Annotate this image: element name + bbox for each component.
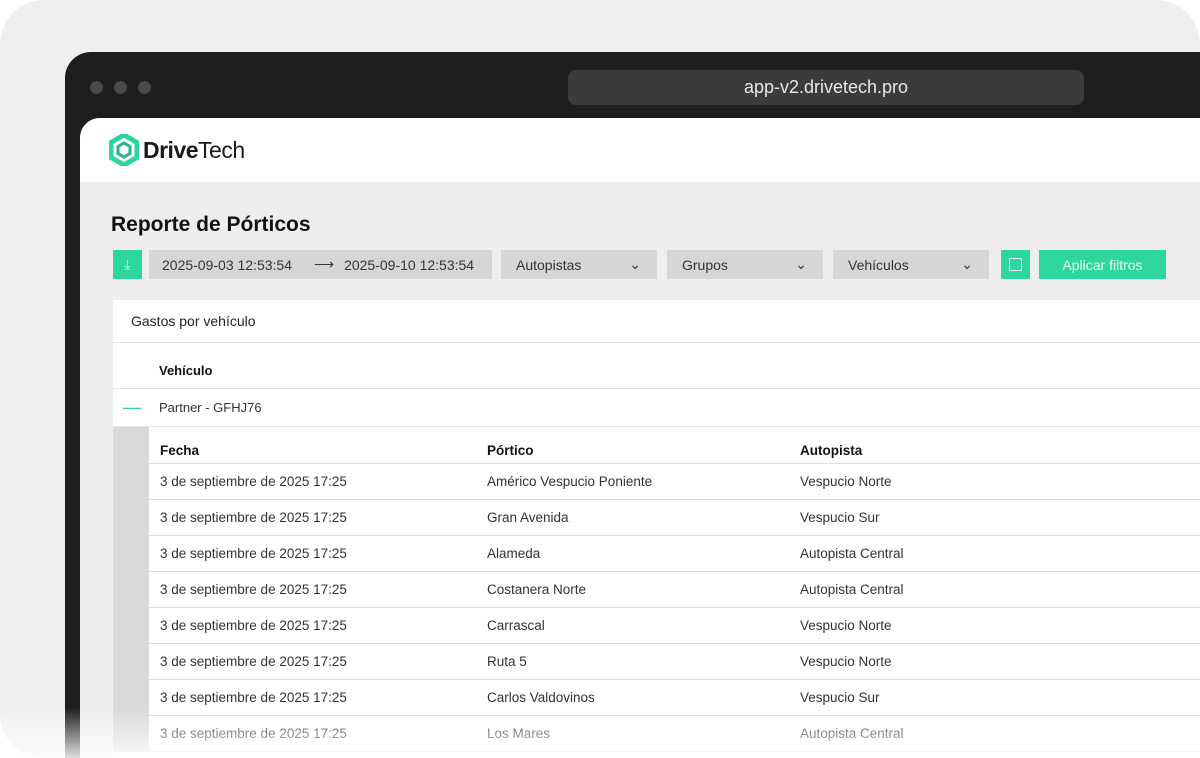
collapse-icon[interactable]: — — [113, 397, 159, 418]
grupos-select[interactable]: Grupos ⌄ — [667, 250, 823, 279]
column-header-portico[interactable]: Pórtico — [487, 443, 800, 458]
checkbox-icon — [1009, 258, 1022, 271]
date-cell: 3 de septiembre de 2025 17:25 — [160, 618, 347, 633]
autopista-cell: Autopista Central — [800, 546, 904, 561]
vehicle-row[interactable]: — Partner - GFHJ76 — [113, 389, 1200, 427]
date-to[interactable]: 2025-09-10 12:53:54 — [344, 257, 474, 273]
card-title: Gastos por vehículo — [113, 300, 1200, 343]
vehicle-name: Partner - GFHJ76 — [159, 400, 262, 415]
table-row[interactable]: 3 de septiembre de 2025 17:25 Gran Avenid… — [149, 500, 1200, 536]
window-maximize-dot[interactable] — [138, 81, 151, 94]
window-minimize-dot[interactable] — [114, 81, 127, 94]
date-range-picker[interactable]: 2025-09-03 12:53:54 ⟶ 2025-09-10 12:53:5… — [149, 250, 492, 279]
drivetech-logo-icon — [109, 134, 139, 166]
vehiculos-label: Vehículos — [848, 256, 909, 273]
date-cell: 3 de septiembre de 2025 17:25 — [160, 474, 347, 489]
date-cell: 3 de septiembre de 2025 17:25 — [160, 582, 347, 597]
portico-cell: Ruta 5 — [487, 654, 527, 669]
autopistas-label: Autopistas — [516, 256, 582, 273]
portico-cell: Gran Avenida — [487, 510, 569, 525]
download-button[interactable]: ⤓ — [113, 250, 142, 279]
portico-cell: Costanera Norte — [487, 582, 587, 597]
table-row[interactable]: 3 de septiembre de 2025 17:25 Carlos Vald… — [149, 680, 1200, 716]
table-row[interactable]: 3 de septiembre de 2025 17:25 Américo Ves… — [149, 464, 1200, 500]
autopistas-select[interactable]: Autopistas ⌄ — [501, 250, 657, 279]
app: DriveTech Reporte de Pórticos ⤓ 2025-09-… — [80, 118, 1200, 758]
table-row[interactable]: 3 de septiembre de 2025 17:25 Ruta 5 Vespu… — [149, 644, 1200, 680]
expenses-card: Gastos por vehículo Vehículo — Partner -… — [113, 300, 1200, 758]
arrow-right-icon: ⟶ — [314, 256, 335, 272]
autopista-cell: Autopista Central — [800, 726, 904, 741]
download-icon: ⤓ — [124, 256, 131, 272]
table-row[interactable]: 3 de septiembre de 2025 17:25 Alameda Auto… — [149, 536, 1200, 572]
autopista-cell: Vespucio Norte — [800, 654, 892, 669]
vehicle-column-header: Vehículo — [113, 343, 1200, 389]
nested-table: Fecha Pórtico Autopista 3 de septiembre … — [113, 427, 1200, 752]
date-cell: 3 de septiembre de 2025 17:25 — [160, 654, 347, 669]
portico-cell: Carlos Valdovinos — [487, 690, 595, 705]
autopista-cell: Vespucio Sur — [800, 510, 880, 525]
vehiculos-select[interactable]: Vehículos ⌄ — [833, 250, 989, 279]
autopista-cell: Vespucio Norte — [800, 474, 892, 489]
page-title: Reporte de Pórticos — [111, 213, 311, 236]
apply-filters-button[interactable]: Aplicar filtros — [1039, 250, 1166, 279]
portico-cell: Los Mares — [487, 726, 551, 741]
chevron-down-icon: ⌄ — [629, 256, 641, 272]
grupos-label: Grupos — [682, 256, 728, 273]
date-cell: 3 de septiembre de 2025 17:25 — [160, 546, 347, 561]
portico-cell: Américo Vespucio Poniente — [487, 474, 653, 489]
address-bar[interactable]: app-v2.drivetech.pro — [568, 70, 1084, 105]
chevron-down-icon: ⌄ — [795, 256, 807, 272]
app-header: DriveTech — [80, 118, 1200, 182]
column-header-autopista[interactable]: Autopista — [800, 443, 1200, 458]
autopista-cell: Vespucio Sur — [800, 690, 880, 705]
window-close-dot[interactable] — [90, 81, 103, 94]
table-row[interactable]: 3 de septiembre de 2025 17:25 Los Mares Au… — [149, 716, 1200, 752]
chevron-down-icon: ⌄ — [961, 256, 973, 272]
date-cell: 3 de septiembre de 2025 17:25 — [160, 510, 347, 525]
portico-cell: Carrascal — [487, 618, 545, 633]
date-from[interactable]: 2025-09-03 12:53:54 — [162, 257, 292, 273]
filter-bar: ⤓ 2025-09-03 12:53:54 ⟶ 2025-09-10 12:53… — [113, 250, 1166, 279]
date-cell: 3 de septiembre de 2025 17:25 — [160, 726, 347, 741]
autopista-cell: Autopista Central — [800, 582, 904, 597]
background: app-v2.drivetech.pro DriveTech Reporte d… — [0, 0, 1200, 758]
date-cell: 3 de septiembre de 2025 17:25 — [160, 690, 347, 705]
nested-indent — [113, 427, 149, 752]
select-all-checkbox[interactable] — [1001, 250, 1030, 279]
autopista-cell: Vespucio Norte — [800, 618, 892, 633]
column-header-fecha[interactable]: Fecha — [149, 443, 487, 458]
portico-cell: Alameda — [487, 546, 541, 561]
table-row[interactable]: 3 de septiembre de 2025 17:25 Costanera N… — [149, 572, 1200, 608]
table-header-row: Fecha Pórtico Autopista — [149, 427, 1200, 464]
brand-name: DriveTech — [143, 136, 245, 163]
table-row[interactable]: 3 de septiembre de 2025 17:25 Carrascal Ve… — [149, 608, 1200, 644]
